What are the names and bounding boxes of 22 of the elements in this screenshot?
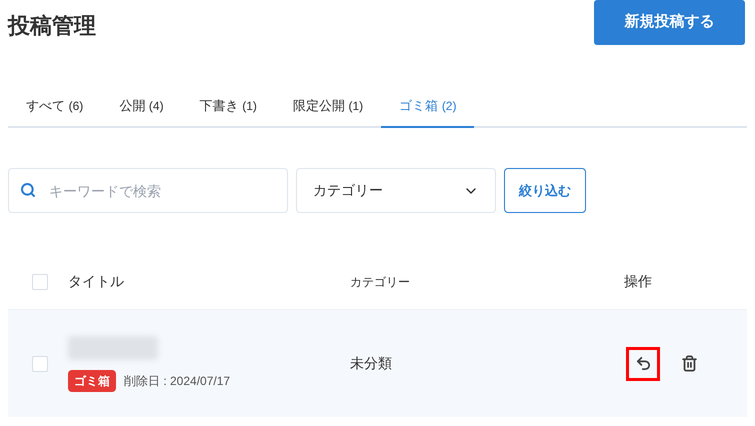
search-field[interactable]: キーワードで検索: [8, 168, 288, 213]
restore-button[interactable]: [626, 346, 660, 380]
tab[interactable]: 限定公開 (1): [274, 85, 382, 128]
category-select[interactable]: カテゴリー: [296, 168, 496, 213]
page-title: 投稿管理: [8, 12, 96, 40]
category-text: 未分類: [350, 354, 393, 373]
trash-icon: [680, 355, 698, 372]
column-header: カテゴリー: [350, 274, 411, 290]
filter-button[interactable]: 絞り込む: [504, 168, 586, 213]
new-post-button[interactable]: 新規投稿する: [594, 0, 745, 45]
checkbox[interactable]: [32, 274, 48, 290]
column-header: タイトル: [68, 272, 125, 291]
column-header: 操作: [624, 272, 652, 291]
deleted-date: 削除日 : 2024/07/17: [124, 372, 230, 390]
tab[interactable]: ゴミ箱 (2): [381, 85, 474, 128]
trash-badge: ゴミ箱: [68, 370, 116, 392]
tab[interactable]: 公開 (4): [101, 85, 182, 128]
checkbox[interactable]: [32, 356, 48, 372]
tab[interactable]: 下書き (1): [182, 85, 275, 128]
search-icon: [20, 182, 36, 198]
undo-arrow-icon: [634, 355, 652, 372]
tab[interactable]: すべて (6): [8, 85, 102, 128]
